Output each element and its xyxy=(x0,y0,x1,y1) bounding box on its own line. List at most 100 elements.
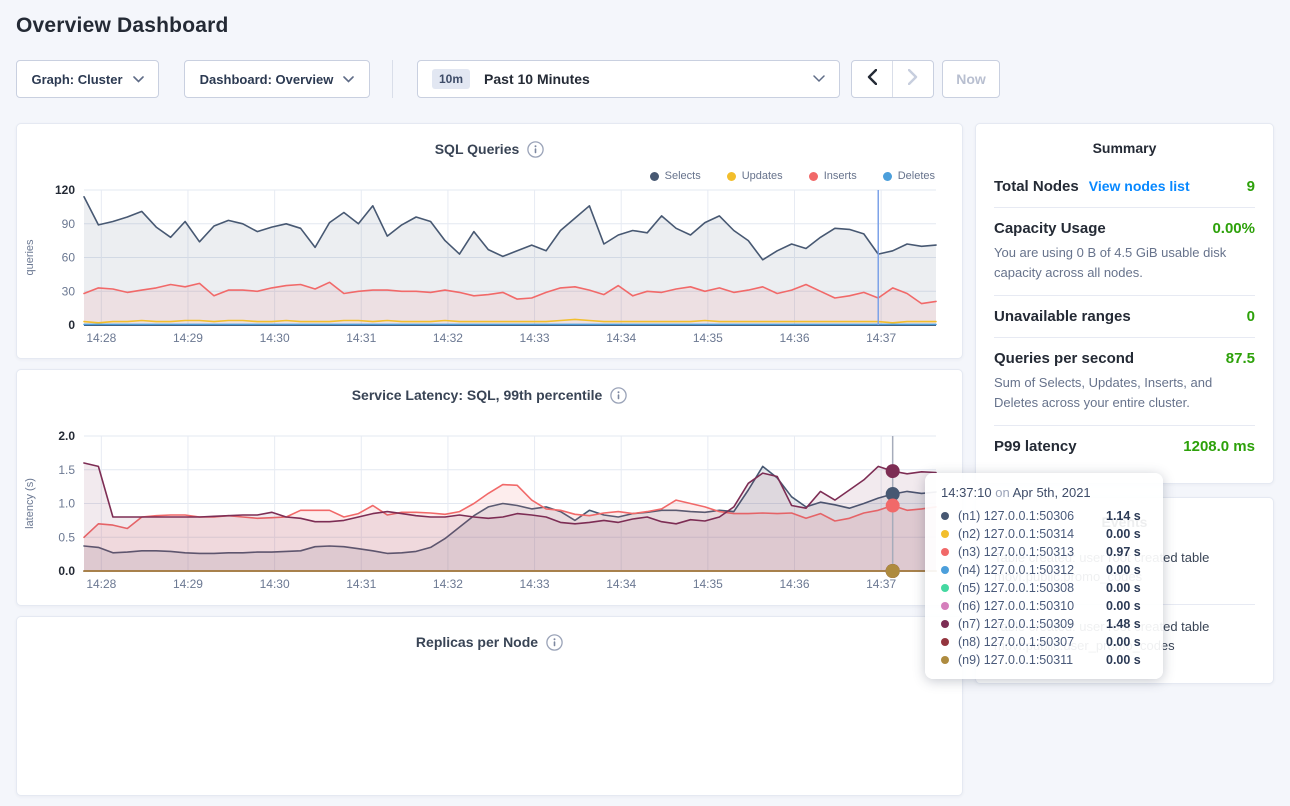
tooltip-node-row: (n7) 127.0.0.1:503091.48 s xyxy=(941,615,1147,633)
summary-value: 0.00% xyxy=(1212,220,1255,237)
legend-label: Deletes xyxy=(898,170,935,182)
svg-text:14:37: 14:37 xyxy=(866,331,896,345)
info-icon[interactable] xyxy=(610,387,627,404)
svg-text:14:36: 14:36 xyxy=(779,331,809,345)
tooltip-node-label: (n7) 127.0.0.1:50309 xyxy=(958,617,1106,631)
time-shift-forward-button[interactable] xyxy=(892,61,933,97)
summary-value: 1208.0 ms xyxy=(1183,438,1255,455)
time-shift-back-button[interactable] xyxy=(852,61,892,97)
dashboard-layout: SQL Queries Selects Updates Inserts Deletes… xyxy=(16,123,1274,806)
summary-label: P99 latency xyxy=(994,438,1077,455)
tooltip-node-value: 1.14 s xyxy=(1106,509,1141,523)
page-title: Overview Dashboard xyxy=(16,14,1274,38)
node-color-dot xyxy=(941,584,949,592)
node-color-dot xyxy=(941,512,949,520)
tooltip-node-value: 0.97 s xyxy=(1106,545,1141,559)
overview-dashboard-page: Overview Dashboard Graph: Cluster Dashbo… xyxy=(0,14,1290,806)
tooltip-node-row: (n8) 127.0.0.1:503070.00 s xyxy=(941,633,1147,651)
tooltip-node-value: 0.00 s xyxy=(1106,599,1141,613)
legend-item-updates[interactable]: Updates xyxy=(727,170,783,182)
svg-text:90: 90 xyxy=(62,217,76,231)
tooltip-node-row: (n1) 127.0.0.1:503061.14 s xyxy=(941,507,1147,525)
svg-text:14:37: 14:37 xyxy=(866,577,896,591)
node-color-dot xyxy=(941,530,949,538)
node-color-dot xyxy=(941,548,949,556)
tooltip-node-row: (n4) 127.0.0.1:503120.00 s xyxy=(941,561,1147,579)
svg-text:14:29: 14:29 xyxy=(173,577,203,591)
time-range-label: Past 10 Minutes xyxy=(484,71,590,87)
info-icon[interactable] xyxy=(527,141,544,158)
legend-color-dot xyxy=(809,172,818,181)
tooltip-node-row: (n6) 127.0.0.1:503100.00 s xyxy=(941,597,1147,615)
legend-label: Inserts xyxy=(824,170,857,182)
svg-text:14:28: 14:28 xyxy=(86,331,116,345)
node-color-dot xyxy=(941,620,949,628)
service-latency-plot[interactable]: 0.00.51.01.52.014:2814:2914:3014:3114:32… xyxy=(17,424,962,594)
legend-color-dot xyxy=(883,172,892,181)
view-nodes-list-link[interactable]: View nodes list xyxy=(1089,178,1190,194)
now-button[interactable]: Now xyxy=(942,60,1000,98)
node-color-dot xyxy=(941,602,949,610)
summary-label: Total Nodes xyxy=(994,178,1079,195)
chart-hover-tooltip: 14:37:10 on Apr 5th, 2021 (n1) 127.0.0.1… xyxy=(925,473,1163,679)
svg-text:14:31: 14:31 xyxy=(346,577,376,591)
dashboard-dropdown-label: Dashboard: Overview xyxy=(200,72,334,87)
svg-text:120: 120 xyxy=(55,183,75,197)
sql-queries-plot[interactable]: 030609012014:2814:2914:3014:3114:3214:33… xyxy=(17,178,962,348)
legend-item-selects[interactable]: Selects xyxy=(650,170,701,182)
legend-item-inserts[interactable]: Inserts xyxy=(809,170,857,182)
tooltip-node-value: 0.00 s xyxy=(1106,581,1141,595)
svg-text:0.5: 0.5 xyxy=(58,530,75,544)
time-shift-arrows xyxy=(851,60,934,98)
tooltip-node-label: (n1) 127.0.0.1:50306 xyxy=(958,509,1106,523)
summary-value: 0 xyxy=(1247,308,1255,325)
svg-text:14:36: 14:36 xyxy=(779,577,809,591)
tooltip-node-row: (n2) 127.0.0.1:503140.00 s xyxy=(941,525,1147,543)
svg-text:14:29: 14:29 xyxy=(173,331,203,345)
chevron-left-icon xyxy=(867,69,877,90)
svg-text:14:32: 14:32 xyxy=(433,577,463,591)
toolbar-divider xyxy=(392,60,393,98)
summary-panel: Summary Total Nodes View nodes list 9 Ca… xyxy=(975,123,1274,484)
time-range-picker[interactable]: 10m Past 10 Minutes xyxy=(417,60,840,98)
svg-text:latency (s): latency (s) xyxy=(24,478,36,529)
svg-text:60: 60 xyxy=(62,251,76,265)
graph-dropdown-label: Graph: Cluster xyxy=(31,72,122,87)
node-color-dot xyxy=(941,638,949,646)
summary-row-unavailable-ranges: Unavailable ranges 0 xyxy=(994,295,1255,337)
legend-color-dot xyxy=(650,172,659,181)
svg-text:1.0: 1.0 xyxy=(58,497,75,511)
tooltip-node-label: (n5) 127.0.0.1:50308 xyxy=(958,581,1106,595)
tooltip-node-value: 0.00 s xyxy=(1106,527,1141,541)
svg-text:14:35: 14:35 xyxy=(693,577,723,591)
svg-text:14:30: 14:30 xyxy=(260,577,290,591)
info-icon[interactable] xyxy=(546,634,563,651)
tooltip-node-value: 0.00 s xyxy=(1106,563,1141,577)
tooltip-node-label: (n9) 127.0.0.1:50311 xyxy=(958,653,1106,667)
legend-label: Updates xyxy=(742,170,783,182)
tooltip-timestamp: 14:37:10 on Apr 5th, 2021 xyxy=(941,485,1147,500)
svg-text:14:32: 14:32 xyxy=(433,331,463,345)
chart-title-sql-queries: SQL Queries xyxy=(435,141,520,157)
summary-row-p99-latency: P99 latency 1208.0 ms xyxy=(994,425,1255,467)
sql-queries-chart-card: SQL Queries Selects Updates Inserts Deletes… xyxy=(16,123,963,359)
legend-item-deletes[interactable]: Deletes xyxy=(883,170,935,182)
summary-row-total-nodes: Total Nodes View nodes list 9 xyxy=(994,166,1255,207)
svg-text:30: 30 xyxy=(62,284,76,298)
node-color-dot xyxy=(941,656,949,664)
tooltip-node-value: 0.00 s xyxy=(1106,635,1141,649)
summary-title: Summary xyxy=(994,124,1255,166)
summary-row-capacity-usage: Capacity Usage 0.00% You are using 0 B o… xyxy=(994,207,1255,295)
svg-text:queries: queries xyxy=(24,239,36,276)
chevron-right-icon xyxy=(908,69,918,90)
toolbar: Graph: Cluster Dashboard: Overview 10m P… xyxy=(16,60,1274,98)
summary-value: 87.5 xyxy=(1226,350,1255,367)
graph-dropdown[interactable]: Graph: Cluster xyxy=(16,60,159,98)
svg-text:0: 0 xyxy=(68,318,75,332)
tooltip-node-row: (n3) 127.0.0.1:503130.97 s xyxy=(941,543,1147,561)
tooltip-node-value: 0.00 s xyxy=(1106,653,1141,667)
tooltip-node-label: (n3) 127.0.0.1:50313 xyxy=(958,545,1106,559)
dashboard-dropdown[interactable]: Dashboard: Overview xyxy=(184,60,370,98)
tooltip-node-value: 1.48 s xyxy=(1106,617,1141,631)
svg-text:1.5: 1.5 xyxy=(58,463,75,477)
